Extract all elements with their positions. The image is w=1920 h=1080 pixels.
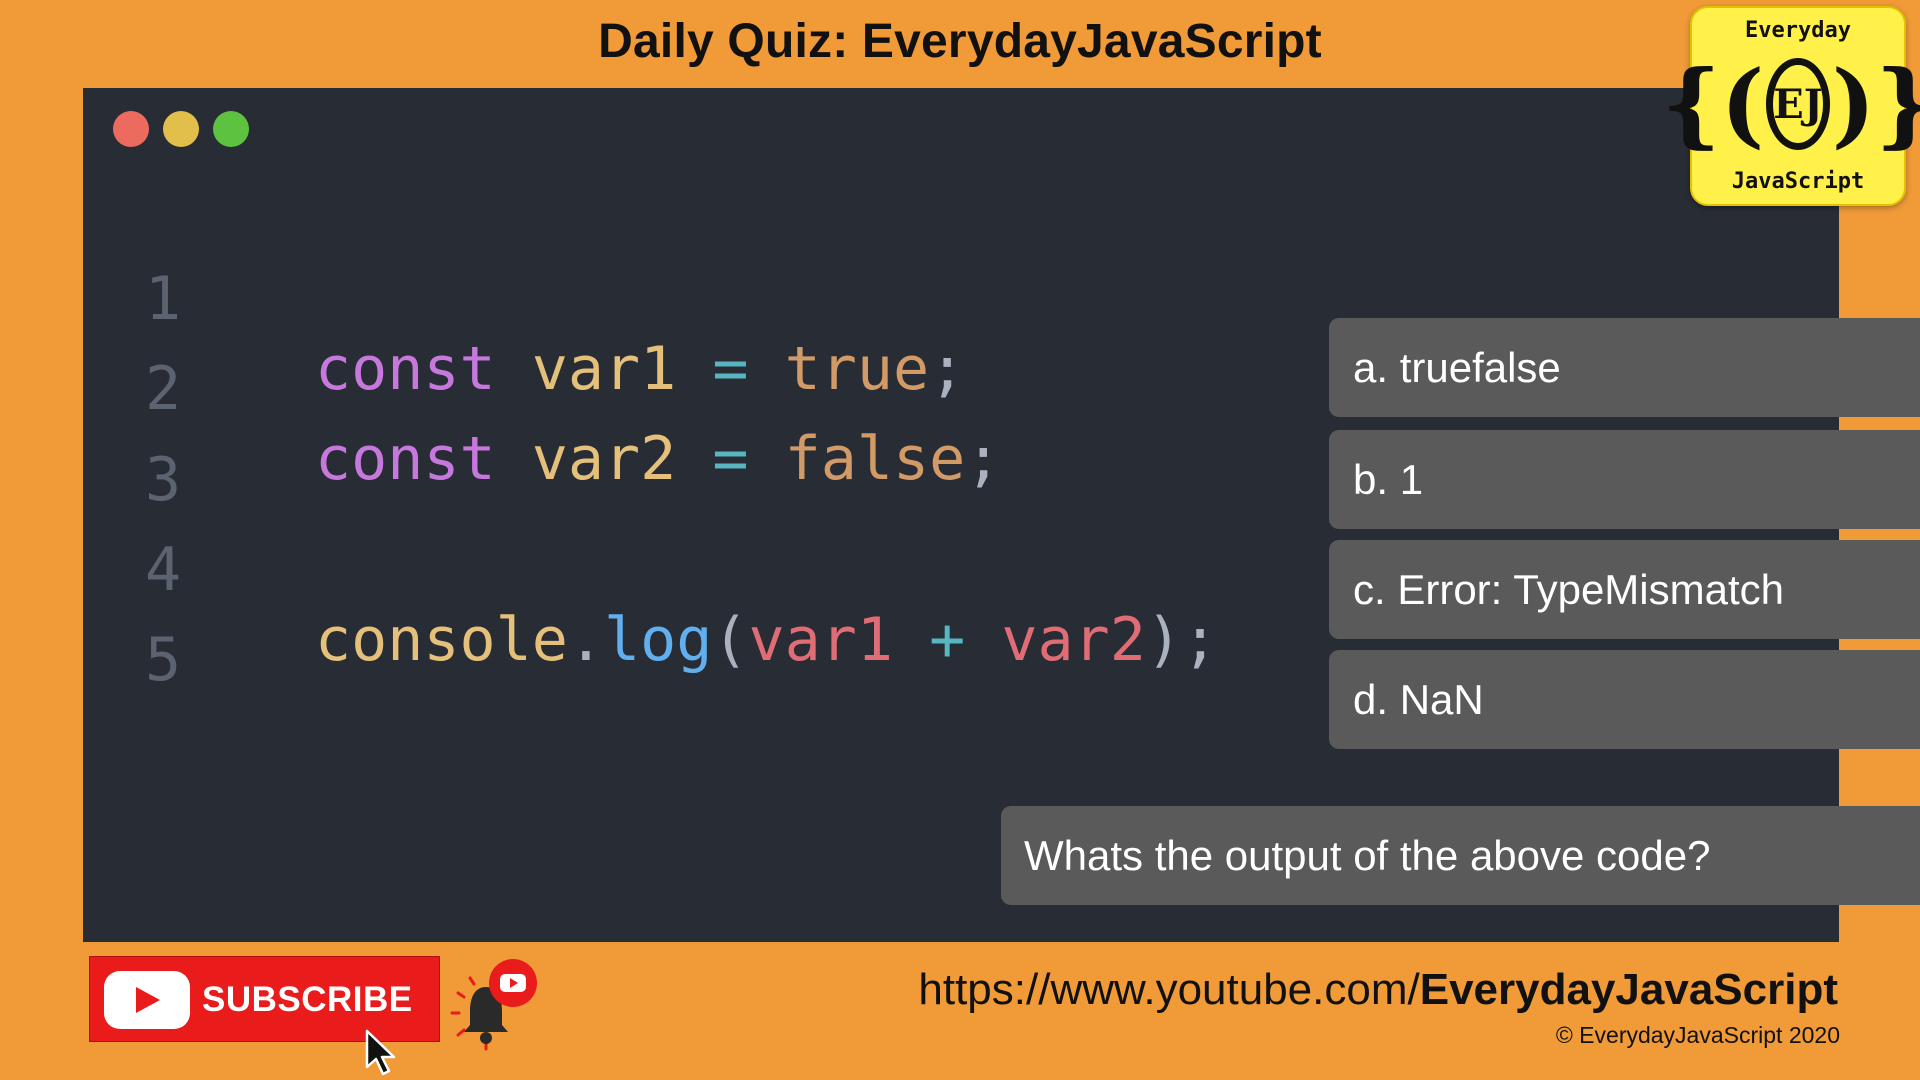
open-paren: (	[712, 605, 749, 675]
close-dot-icon[interactable]	[113, 111, 149, 147]
cursor-icon	[365, 1029, 396, 1076]
keyword: const	[315, 334, 496, 404]
answer-option-c[interactable]: c. Error: TypeMismatch	[1329, 540, 1920, 639]
answer-option-b[interactable]: b. 1	[1329, 430, 1920, 529]
close-paren: )	[1145, 605, 1182, 675]
variable-name: var2	[531, 424, 677, 494]
boolean-literal: true	[784, 334, 930, 404]
semicolon: ;	[1182, 605, 1219, 675]
code-line-3: 3	[83, 375, 228, 515]
semicolon: ;	[965, 424, 1002, 494]
code-line-4: 4 console.log(var1 + var2);	[83, 465, 1218, 675]
boolean-literal: false	[784, 424, 966, 494]
logo-mark: {( EJ )}	[1662, 48, 1920, 160]
channel-url[interactable]: https://www.youtube.com/EverydayJavaScri…	[918, 965, 1838, 1015]
function-name: log	[604, 605, 713, 675]
minimize-dot-icon[interactable]	[163, 111, 199, 147]
youtube-play-icon	[104, 971, 190, 1029]
code-line-5: 5	[83, 555, 228, 695]
copyright-text: © EverydayJavaScript 2020	[1555, 1022, 1840, 1048]
bell-icon[interactable]	[448, 955, 544, 1051]
code-line-1: 1 const var1 = true;	[83, 194, 965, 404]
page-title: Daily Quiz: EverydayJavaScript	[598, 15, 1322, 68]
answer-option-a[interactable]: a. truefalse	[1329, 318, 1920, 417]
argument: var1	[748, 605, 894, 675]
operator: =	[712, 334, 749, 404]
logo-close-brace: )}	[1831, 50, 1920, 158]
dot: .	[567, 605, 604, 675]
code-line-2: 2 const var2 = false;	[83, 284, 1001, 494]
operator: =	[712, 424, 749, 494]
line-number: 5	[145, 625, 182, 695]
logo-top-text: Everyday	[1745, 18, 1851, 43]
maximize-dot-icon[interactable]	[213, 111, 249, 147]
logo-open-brace: {(	[1661, 50, 1765, 158]
variable-name: var1	[531, 334, 677, 404]
url-prefix: https://www.youtube.com/	[918, 965, 1420, 1014]
quiz-question: Whats the output of the above code?	[1001, 806, 1920, 905]
object-name: console	[315, 605, 568, 675]
operator: +	[929, 605, 966, 675]
logo-bottom-text: JavaScript	[1731, 169, 1865, 194]
answer-option-d[interactable]: d. NaN	[1329, 650, 1920, 749]
semicolon: ;	[929, 334, 966, 404]
url-channel-name: EverydayJavaScript	[1419, 965, 1838, 1014]
logo-ej-text: EJ	[1766, 58, 1830, 150]
keyword: const	[315, 424, 496, 494]
argument: var2	[1001, 605, 1146, 675]
everyday-javascript-logo: Everyday {( EJ )} JavaScript	[1662, 6, 1920, 206]
